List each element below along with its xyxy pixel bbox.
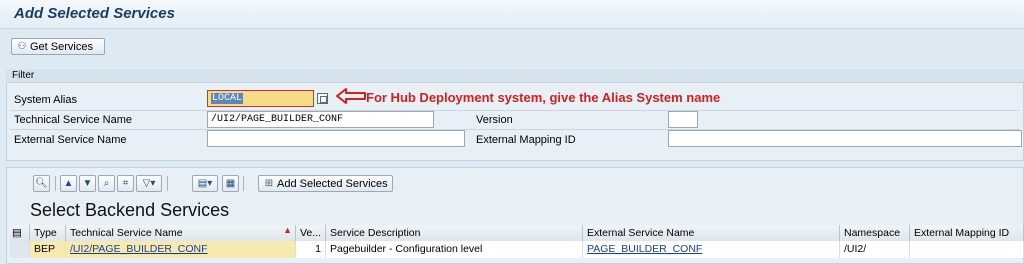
export-dropdown-icon[interactable]: ▤▾ — [192, 175, 218, 192]
toolbar-separator — [55, 176, 56, 191]
column-header-external-service-name[interactable]: External Service Name — [583, 225, 840, 241]
external-service-name-label: External Service Name — [14, 134, 127, 146]
external-service-name-link[interactable]: PAGE_BUILDER_CONF — [587, 243, 702, 255]
filter-dropdown-icon[interactable]: ▽▾ — [136, 175, 162, 192]
arrow-left-icon — [336, 88, 366, 104]
details-icon[interactable]: 🔍︎ — [33, 175, 50, 192]
external-mapping-id-field[interactable] — [668, 130, 1022, 147]
find-icon[interactable]: ⌕ — [98, 175, 115, 192]
add-list-icon: ⊞ — [264, 178, 274, 189]
alv-title: Select Backend Services — [30, 200, 230, 220]
technical-service-name-label: Technical Service Name — [14, 114, 132, 126]
select-all-icon[interactable]: ▤ — [10, 225, 30, 241]
external-mapping-id-label: External Mapping ID — [476, 134, 576, 146]
column-header-external-mapping-id[interactable]: External Mapping ID — [910, 225, 1024, 241]
version-label: Version — [476, 114, 513, 126]
row-divider — [10, 110, 1020, 111]
glasses-icon: ⚇ — [17, 41, 27, 52]
column-header-service-description[interactable]: Service Description — [326, 225, 583, 241]
sort-descending-icon[interactable]: ▼ — [79, 175, 96, 192]
cell-service-description: Pagebuilder - Configuration level — [326, 241, 583, 258]
system-alias-label: System Alias — [14, 94, 77, 106]
filter-header: Filter — [6, 69, 1024, 83]
layout-grid-icon[interactable]: ▦ — [222, 175, 239, 192]
technical-service-name-field[interactable]: /UI2/PAGE_BUILDER_CONF — [207, 111, 434, 128]
technical-service-name-link[interactable]: /UI2/PAGE_BUILDER_CONF — [70, 243, 208, 255]
column-header-type[interactable]: Type — [30, 225, 66, 241]
sort-ascending-icon[interactable]: ▲ — [60, 175, 77, 192]
page-title: Add Selected Services — [14, 5, 175, 22]
cell-version: 1 — [296, 241, 326, 258]
version-field[interactable] — [668, 111, 698, 128]
cell-technical-service-name[interactable]: /UI2/PAGE_BUILDER_CONF — [66, 241, 296, 258]
cell-external-mapping-id — [910, 241, 1024, 258]
add-selected-services-label: Add Selected Services — [277, 177, 388, 190]
column-header-label: Technical Service Name — [70, 227, 183, 239]
system-alias-field[interactable]: LOCAL — [207, 90, 314, 107]
column-header-version[interactable]: Ve... — [296, 225, 326, 241]
value-help-icon[interactable] — [317, 93, 328, 104]
hub-deployment-note: For Hub Deployment system, give the Alia… — [366, 90, 721, 105]
external-service-name-field[interactable] — [207, 130, 465, 147]
cell-type: BEP — [30, 241, 66, 258]
toolbar-separator — [243, 176, 244, 191]
cell-namespace: /UI2/ — [840, 241, 910, 258]
add-selected-services-button[interactable]: ⊞ Add Selected Services — [258, 175, 393, 192]
get-services-label: Get Services — [30, 40, 93, 53]
row-selector[interactable] — [10, 241, 30, 258]
find-next-icon[interactable]: ⌗ — [117, 175, 134, 192]
system-alias-value: LOCAL — [211, 93, 244, 104]
cell-external-service-name[interactable]: PAGE_BUILDER_CONF — [583, 241, 840, 258]
column-header-namespace[interactable]: Namespace — [840, 225, 910, 241]
column-header-technical-service-name[interactable]: Technical Service Name ▲ — [66, 225, 296, 241]
sort-indicator-icon: ▲ — [283, 225, 292, 235]
toolbar-separator — [167, 176, 168, 191]
get-services-button[interactable]: ⚇ Get Services — [11, 38, 105, 55]
